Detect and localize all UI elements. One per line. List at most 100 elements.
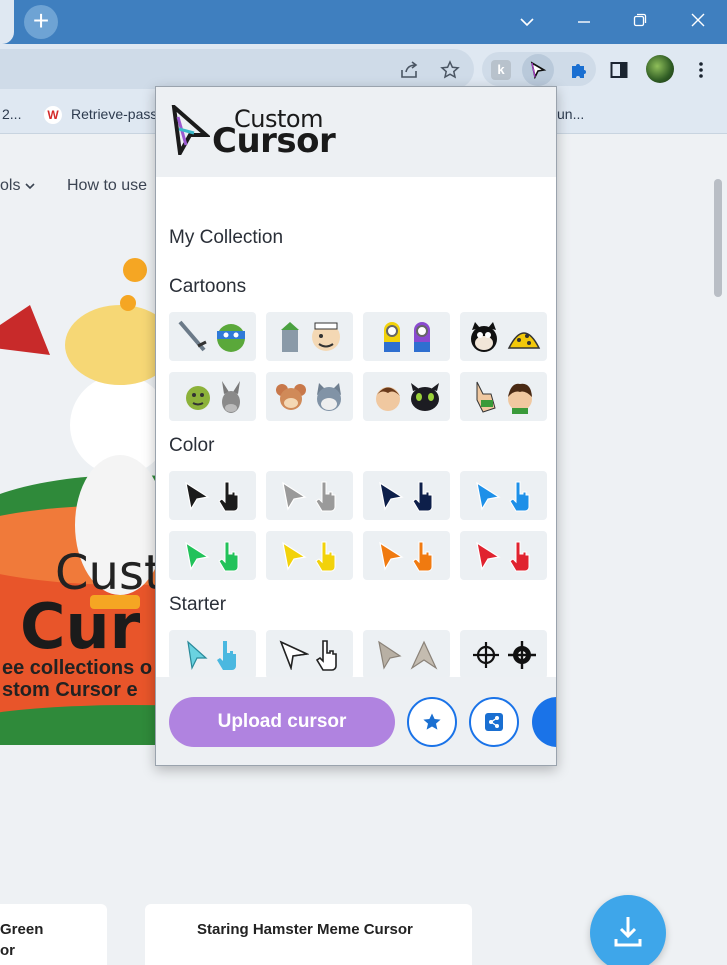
color-arrow-icon bbox=[184, 541, 210, 571]
share-button[interactable] bbox=[469, 697, 519, 747]
extensions-menu-button[interactable] bbox=[564, 55, 594, 85]
cursor-tile-minions[interactable] bbox=[363, 312, 450, 361]
active-tab-edge[interactable] bbox=[0, 0, 14, 44]
color-hand-icon bbox=[314, 541, 335, 571]
puzzle-icon bbox=[572, 64, 586, 78]
color-hand-icon bbox=[508, 541, 529, 571]
hero-logo-part2: Cur bbox=[20, 590, 141, 663]
restore-button[interactable] bbox=[618, 6, 662, 36]
cursor-tile-aqua[interactable] bbox=[169, 630, 256, 679]
cursor-tile-crosshair[interactable] bbox=[460, 630, 547, 679]
upload-cursor-button[interactable]: Upload cursor bbox=[169, 697, 395, 747]
cartoons-grid bbox=[169, 312, 549, 422]
omnitrix-hand-icon bbox=[476, 381, 496, 413]
cursor-tile-yellow[interactable] bbox=[266, 531, 353, 580]
color-arrow-icon bbox=[281, 481, 307, 511]
yellow-minion-icon bbox=[383, 321, 400, 352]
color-arrow-icon bbox=[281, 541, 307, 571]
nav-how-to-use-link[interactable]: How to use bbox=[67, 177, 147, 195]
cursor-tile-stone[interactable] bbox=[363, 630, 450, 679]
cursor-tile-green[interactable] bbox=[169, 531, 256, 580]
magic-bag-icon bbox=[507, 331, 540, 349]
color-arrow-icon bbox=[378, 481, 404, 511]
hero-tagline-1: ee collections o bbox=[2, 657, 153, 679]
cursor-tile-blue[interactable] bbox=[460, 471, 547, 520]
felix-cat-icon bbox=[470, 321, 497, 352]
color-arrow-icon bbox=[475, 541, 501, 571]
color-hand-icon bbox=[314, 481, 335, 511]
browser-titlebar: + bbox=[0, 0, 727, 44]
profile-avatar[interactable] bbox=[646, 55, 674, 83]
bookmark-3[interactable]: un... bbox=[557, 106, 584, 122]
cursor-tile-navy[interactable] bbox=[363, 471, 450, 520]
custom-cursor-popup: Custom Cursor My Collection Cartoons Col… bbox=[155, 86, 557, 766]
close-window-button[interactable] bbox=[676, 6, 720, 36]
cursor-tile-popeye[interactable] bbox=[266, 312, 353, 361]
custom-cursor-logo-icon bbox=[171, 105, 210, 155]
stone-triangle-icon bbox=[410, 640, 437, 670]
spinach-can-icon bbox=[280, 321, 299, 352]
popup-header: Custom Cursor bbox=[156, 87, 556, 177]
aqua-hand-icon bbox=[216, 640, 236, 670]
cursor-tile-gray[interactable] bbox=[266, 471, 353, 520]
tab-search-button[interactable] bbox=[505, 6, 549, 36]
section-color: Color bbox=[169, 435, 215, 456]
starter-grid bbox=[169, 630, 549, 680]
bookmark-1[interactable]: 2... bbox=[2, 106, 21, 122]
turtle-face-icon bbox=[216, 323, 245, 352]
color-arrow-icon bbox=[184, 481, 210, 511]
cursor-tile-ben10[interactable] bbox=[460, 372, 547, 421]
share-page-button[interactable] bbox=[395, 55, 425, 85]
favorites-button[interactable] bbox=[407, 697, 457, 747]
download-icon bbox=[614, 917, 642, 947]
bookmark-retrieve-pass[interactable]: Retrieve-pass bbox=[71, 106, 157, 122]
browser-menu-button[interactable] bbox=[686, 55, 716, 85]
color-grid bbox=[169, 471, 549, 581]
cursor-tile-leonardo[interactable] bbox=[169, 312, 256, 361]
popeye-face-icon bbox=[311, 322, 340, 351]
page-scrollbar-thumb[interactable] bbox=[714, 179, 722, 297]
minimize-button[interactable] bbox=[562, 6, 606, 36]
cursor-card-staring-hamster[interactable]: Staring Hamster Meme Cursor bbox=[145, 904, 472, 965]
color-hand-icon bbox=[411, 481, 432, 511]
nav-tools-link[interactable]: ols bbox=[0, 177, 35, 195]
crosshair-solid-icon bbox=[507, 640, 536, 669]
restore-icon bbox=[633, 13, 647, 27]
cursor-card-green[interactable]: Green or bbox=[0, 904, 107, 965]
ben-face-icon bbox=[507, 383, 532, 414]
cursor-tile-black[interactable] bbox=[169, 471, 256, 520]
bookmark-star-button[interactable] bbox=[435, 55, 465, 85]
cursor-tile-shrek[interactable] bbox=[169, 372, 256, 421]
extension-k-button[interactable]: k bbox=[486, 55, 516, 85]
color-hand-icon bbox=[411, 541, 432, 571]
tom-cat-icon bbox=[316, 382, 341, 411]
download-button[interactable] bbox=[590, 895, 666, 965]
chevron-down-icon bbox=[520, 18, 534, 27]
paper-plane-icon bbox=[279, 639, 309, 670]
section-starter: Starter bbox=[169, 594, 227, 615]
color-arrow-icon bbox=[378, 541, 404, 571]
color-hand-icon bbox=[217, 481, 238, 511]
custom-cursor-extension-button[interactable] bbox=[522, 54, 554, 86]
logo-text-cursor: Cursor bbox=[212, 121, 336, 161]
more-action-button[interactable] bbox=[532, 697, 556, 747]
color-arrow-icon bbox=[475, 481, 501, 511]
aqua-arrow-icon bbox=[186, 639, 208, 670]
cursor-tile-paper-plane[interactable] bbox=[266, 630, 353, 679]
w-favicon-icon: W bbox=[44, 106, 62, 124]
hiccup-face-icon bbox=[375, 386, 400, 411]
cursor-tile-tom-jerry[interactable] bbox=[266, 372, 353, 421]
cursor-tile-felix[interactable] bbox=[460, 312, 547, 361]
side-panel-button[interactable] bbox=[604, 55, 634, 85]
section-cartoons: Cartoons bbox=[169, 276, 247, 297]
new-tab-button[interactable]: + bbox=[24, 5, 58, 39]
stone-arrow-icon bbox=[377, 640, 402, 670]
cursor-tile-dragon[interactable] bbox=[363, 372, 450, 421]
hero-tagline-2: stom Cursor e bbox=[2, 679, 138, 701]
crosshair-icon bbox=[472, 641, 499, 668]
section-my-collection: My Collection bbox=[169, 227, 284, 248]
cursor-tile-red[interactable] bbox=[460, 531, 547, 580]
close-icon bbox=[691, 13, 705, 27]
color-hand-icon bbox=[508, 481, 529, 511]
cursor-tile-orange[interactable] bbox=[363, 531, 450, 580]
